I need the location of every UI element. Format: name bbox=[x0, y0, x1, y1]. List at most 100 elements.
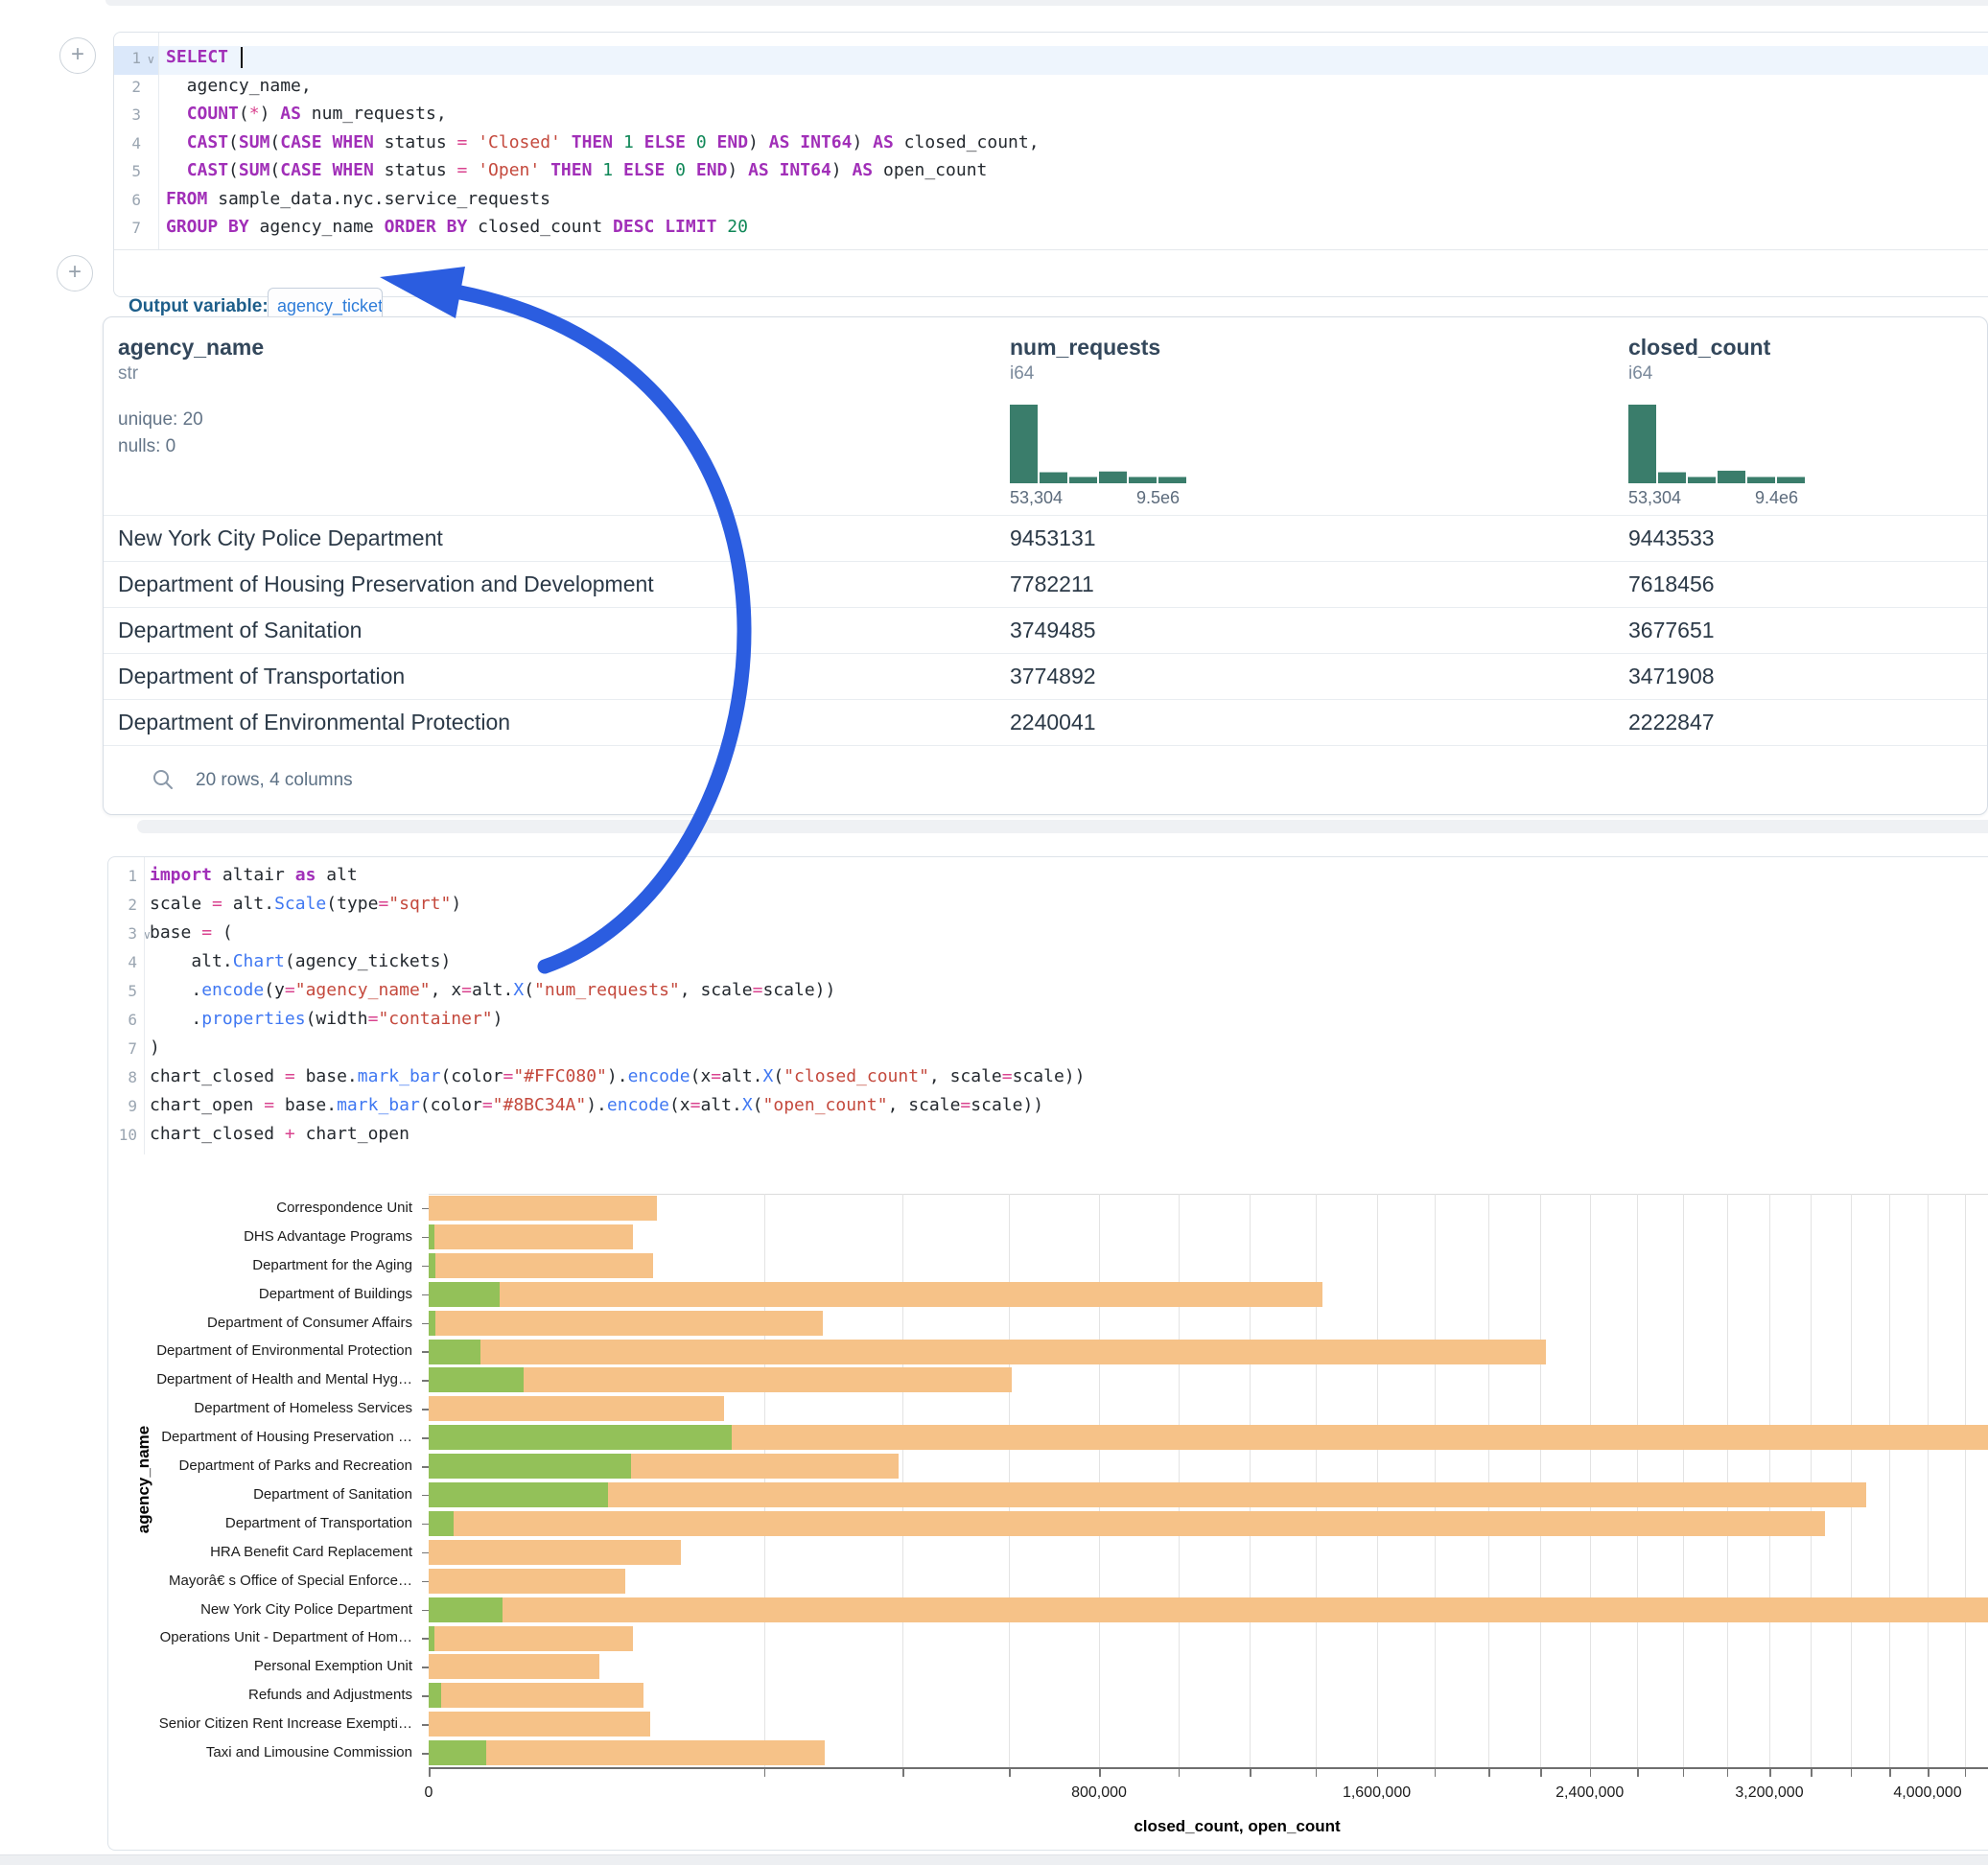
token-pln: ( bbox=[212, 922, 233, 943]
line-number: 9 bbox=[108, 1097, 137, 1115]
token-kw: GROUP BY bbox=[166, 217, 249, 237]
histogram-num_requests bbox=[1010, 402, 1188, 483]
token-pln: . bbox=[150, 980, 201, 1000]
altair-chart: Correspondence UnitDHS Advantage Program… bbox=[0, 1179, 1988, 1851]
code-line[interactable]: 3 COUNT(*) AS num_requests, bbox=[114, 103, 1988, 131]
token-pln: num_requests, bbox=[301, 104, 447, 124]
x-axis-tick-label: 3,200,000 bbox=[1693, 1784, 1846, 1802]
token-op: = bbox=[285, 980, 295, 1000]
code-line[interactable]: 6 .properties(width="container") bbox=[108, 1008, 1988, 1037]
token-pln bbox=[613, 160, 623, 180]
x-axis-tick bbox=[1316, 1769, 1318, 1777]
token-fn: encode bbox=[201, 980, 264, 1000]
token-pln: chart_closed bbox=[150, 1124, 285, 1144]
closed-count-bar bbox=[429, 1740, 825, 1765]
open-count-bar bbox=[429, 1683, 441, 1708]
closed-count-bar bbox=[429, 1253, 653, 1278]
table-body: New York City Police Department945313194… bbox=[104, 515, 1987, 745]
column-header-closed_count[interactable]: closed_count bbox=[1628, 335, 1770, 361]
add-cell-button-middle[interactable]: + bbox=[57, 255, 93, 291]
code-line[interactable]: 7) bbox=[108, 1037, 1988, 1065]
y-axis-tick bbox=[422, 1695, 429, 1697]
token-pln: ( bbox=[269, 160, 280, 180]
search-icon[interactable] bbox=[152, 768, 175, 791]
token-pln bbox=[166, 104, 187, 124]
notebook-page: { "colors": { "keyword": "#a12fb8", "str… bbox=[0, 0, 1988, 1864]
line-number: 3 bbox=[108, 924, 137, 943]
y-axis-tick bbox=[422, 1409, 429, 1410]
token-kw: ELSE bbox=[644, 132, 686, 152]
python-code-editor[interactable]: 1import altair as alt2scale = alt.Scale(… bbox=[108, 857, 1988, 1154]
next-cell-edge bbox=[0, 1854, 1988, 1865]
table-row[interactable]: Department of Sanitation37494853677651 bbox=[104, 607, 1987, 654]
open-count-bar bbox=[429, 1597, 503, 1622]
x-axis-tick bbox=[1851, 1769, 1853, 1777]
code-line[interactable]: 7GROUP BY agency_name ORDER BY closed_co… bbox=[114, 216, 1988, 245]
line-number: 4 bbox=[114, 134, 141, 152]
closed-count-bar bbox=[429, 1540, 681, 1565]
token-op: = bbox=[960, 1095, 971, 1115]
token-pln: . bbox=[150, 1009, 201, 1029]
token-pln: ( bbox=[773, 1066, 784, 1086]
token-pln: (color bbox=[440, 1066, 503, 1086]
token-pln bbox=[166, 160, 187, 180]
code-line[interactable]: 5 CAST(SUM(CASE WHEN status = 'Open' THE… bbox=[114, 159, 1988, 188]
open-count-bar bbox=[429, 1367, 524, 1392]
cell-num_requests: 3774892 bbox=[1010, 653, 1096, 699]
x-axis-tick-label: 800,000 bbox=[1022, 1784, 1176, 1802]
token-num: 20 bbox=[727, 217, 748, 237]
token-pln: (x bbox=[669, 1095, 690, 1115]
closed-count-bar bbox=[429, 1340, 1546, 1364]
open-count-bar bbox=[429, 1740, 486, 1765]
token-pln: alt. bbox=[472, 980, 513, 1000]
code-line[interactable]: 4 CAST(SUM(CASE WHEN status = 'Closed' T… bbox=[114, 131, 1988, 160]
token-pln: scale)) bbox=[971, 1095, 1043, 1115]
code-line-text: .properties(width="container") bbox=[150, 1009, 503, 1029]
token-op: = bbox=[285, 1066, 295, 1086]
code-line[interactable]: 10chart_closed + chart_open bbox=[108, 1123, 1988, 1152]
column-type: str bbox=[118, 363, 138, 385]
code-line-text: alt.Chart(agency_tickets) bbox=[150, 951, 451, 971]
line-number: 2 bbox=[114, 78, 141, 96]
code-line[interactable]: 1import altair as alt bbox=[108, 864, 1988, 893]
token-fn: properties bbox=[201, 1009, 305, 1029]
column-header-num_requests[interactable]: num_requests bbox=[1010, 335, 1160, 361]
closed-count-bar bbox=[429, 1683, 643, 1708]
code-line[interactable]: 2scale = alt.Scale(type="sqrt") bbox=[108, 893, 1988, 921]
cell-num_requests: 9453131 bbox=[1010, 515, 1096, 561]
code-line[interactable]: 9chart_open = base.mark_bar(color="#8BC3… bbox=[108, 1094, 1988, 1123]
code-line[interactable]: 8chart_closed = base.mark_bar(color="#FF… bbox=[108, 1065, 1988, 1094]
code-line[interactable]: 2 agency_name, bbox=[114, 75, 1988, 104]
token-num: 1 bbox=[623, 132, 634, 152]
table-row[interactable]: Department of Housing Preservation and D… bbox=[104, 561, 1987, 608]
add-cell-button-top[interactable]: + bbox=[59, 37, 96, 74]
table-row[interactable]: Department of Environmental Protection22… bbox=[104, 699, 1987, 746]
code-line[interactable]: 1∨SELECT bbox=[114, 46, 1988, 75]
x-axis-tick bbox=[1637, 1769, 1639, 1777]
code-line[interactable]: 3∨base = ( bbox=[108, 921, 1988, 950]
token-pln: scale bbox=[150, 894, 212, 914]
x-axis-tick bbox=[1435, 1769, 1437, 1777]
column-stat: nulls: 0 bbox=[118, 436, 175, 457]
column-header-agency_name[interactable]: agency_name bbox=[118, 335, 264, 361]
code-line[interactable]: 4 alt.Chart(agency_tickets) bbox=[108, 950, 1988, 979]
token-op: = bbox=[212, 894, 222, 914]
token-str: "open_count" bbox=[763, 1095, 888, 1115]
y-axis-tick bbox=[422, 1581, 429, 1583]
cell-agency_name: New York City Police Department bbox=[118, 515, 443, 561]
table-row[interactable]: New York City Police Department945313194… bbox=[104, 515, 1987, 562]
cell-agency_name: Department of Environmental Protection bbox=[118, 699, 510, 745]
token-op: + bbox=[285, 1124, 295, 1144]
code-line[interactable]: 5 .encode(y="agency_name", x=alt.X("num_… bbox=[108, 979, 1988, 1008]
token-kw: WHEN bbox=[332, 132, 373, 152]
line-fold-caret-icon[interactable]: ∨ bbox=[147, 53, 155, 66]
token-pln bbox=[467, 132, 478, 152]
closed-count-bar bbox=[429, 1482, 1866, 1507]
table-row[interactable]: Department of Transportation377489234719… bbox=[104, 653, 1987, 700]
y-axis-tick bbox=[422, 1552, 429, 1554]
sql-cell[interactable]: 1∨SELECT 2 agency_name,3 COUNT(*) AS num… bbox=[113, 32, 1988, 297]
code-line[interactable]: 6FROM sample_data.nyc.service_requests bbox=[114, 188, 1988, 217]
open-count-bar bbox=[429, 1224, 434, 1249]
sql-code-editor[interactable]: 1∨SELECT 2 agency_name,3 COUNT(*) AS num… bbox=[114, 33, 1988, 249]
token-op: = bbox=[368, 1009, 379, 1029]
